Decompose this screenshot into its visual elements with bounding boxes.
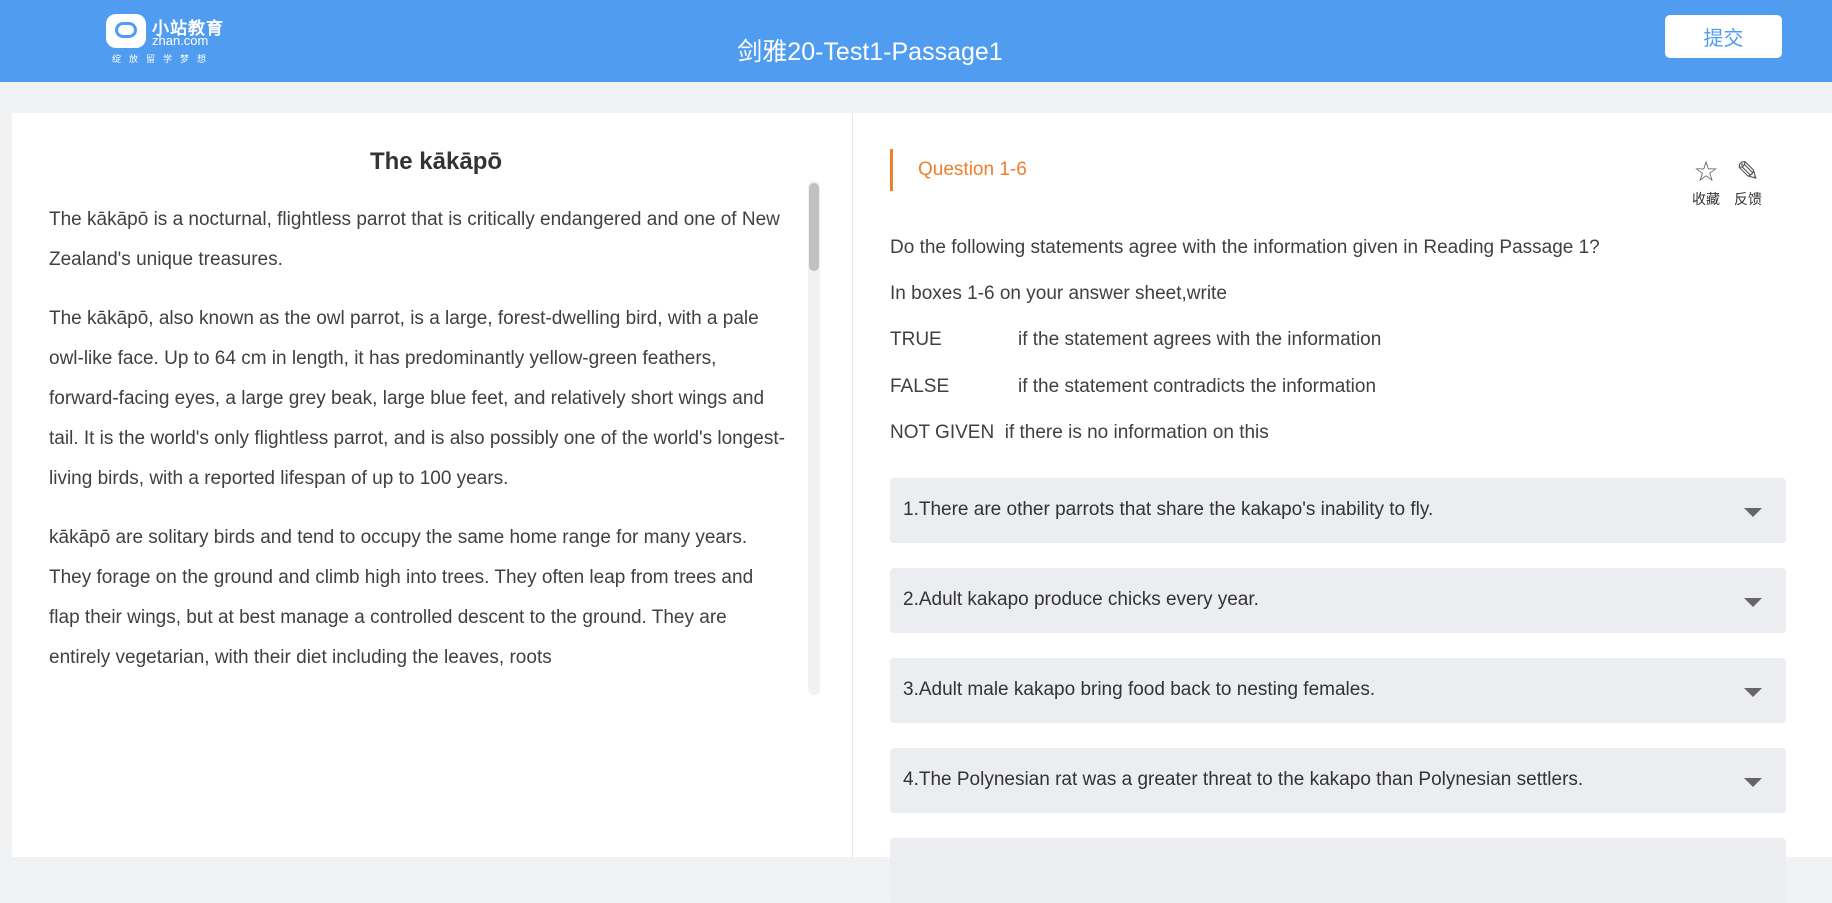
question-text: 4.The Polynesian rat was a greater threa… [903,769,1584,790]
scrollbar-thumb[interactable] [809,183,819,271]
question-text: 3.Adult male kakapo bring food back to n… [903,679,1376,700]
passage-body[interactable]: The kākāpō is a nocturnal, flightless pa… [49,200,789,695]
passage-paragraph: The kākāpō is a nocturnal, flightless pa… [49,209,780,270]
feedback-button[interactable]: ✎ 反馈 [1728,157,1768,209]
caret-down-icon[interactable] [1744,688,1762,697]
passage-title: The kākāpō [369,148,503,175]
passage-panel: The kākāpō The kākāpō is a nocturnal, fl… [12,113,852,857]
instruction-text: Do the following statements agree with t… [890,237,1600,258]
question-text: 2.Adult kakapo produce chicks every year… [903,589,1259,610]
option-key: TRUE [890,329,942,350]
section-marker [890,149,893,191]
passage-paragraph: kākāpō are solitary birds and tend to oc… [49,527,754,668]
passage-paragraph: The kākāpō, also known as the owl parrot… [49,308,785,489]
question-item[interactable] [890,838,1786,903]
question-range-label: Question 1-6 [918,159,1027,180]
question-item[interactable]: 4.The Polynesian rat was a greater threa… [890,748,1786,813]
option-desc: if there is no information on this [1004,422,1269,443]
option-key: FALSE [890,376,950,397]
caret-down-icon[interactable] [1744,778,1762,787]
page-title: 剑雅20-Test1-Passage1 [737,38,1003,66]
passage-scrollbar[interactable] [808,181,820,695]
option-true: TRUE if the statement agrees with the inf… [890,329,1381,351]
question-text: 1.There are other parrots that share the… [903,499,1434,520]
question-item[interactable]: 3.Adult male kakapo bring food back to n… [890,658,1786,723]
questions-panel: Question 1-6 ☆ 收藏 ✎ 反馈 Do the following … [853,113,1832,903]
favorite-label: 收藏 [1692,191,1720,207]
caret-down-icon[interactable] [1744,508,1762,517]
submit-button[interactable]: 提交 [1665,15,1782,58]
top-bar: 小站教育 zhan.com 绽放留学梦想 剑雅20-Test1-Passage1… [0,0,1832,82]
option-false: FALSE if the statement contradicts the in… [890,376,1376,398]
caret-down-icon[interactable] [1744,598,1762,607]
feedback-label: 反馈 [1734,191,1762,207]
option-key: NOT GIVEN [890,422,995,443]
option-not-given: NOT GIVEN if there is no information on … [890,422,1269,444]
edit-icon: ✎ [1736,156,1760,187]
favorite-button[interactable]: ☆ 收藏 [1686,157,1726,209]
question-item[interactable]: 1.There are other parrots that share the… [890,478,1786,543]
star-icon: ☆ [1693,156,1719,187]
question-item[interactable]: 2.Adult kakapo produce chicks every year… [890,568,1786,633]
option-desc: if the statement agrees with the informa… [1018,329,1382,350]
option-desc: if the statement contradicts the informa… [1018,376,1377,397]
answer-sheet-instruction: In boxes 1-6 on your answer sheet,write [890,283,1227,304]
